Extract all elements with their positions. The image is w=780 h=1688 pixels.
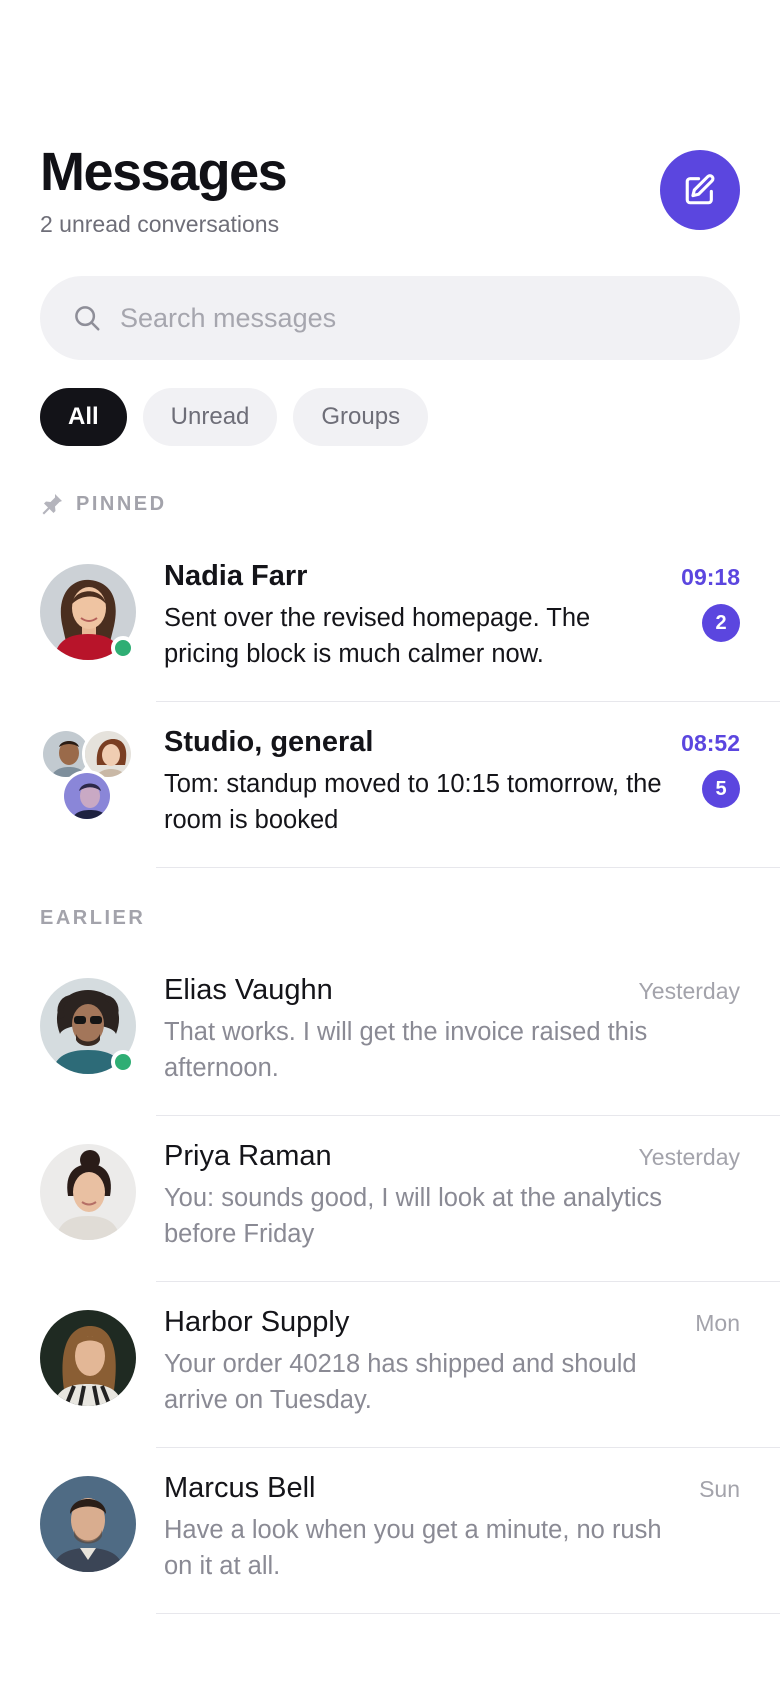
contact-name: Marcus Bell <box>164 1472 316 1504</box>
filter-all[interactable]: All <box>40 388 127 446</box>
message-preview: Have a look when you get a minute, no ru… <box>164 1516 662 1580</box>
pin-icon <box>40 492 64 516</box>
conversation-row-elias-vaughn[interactable]: Elias Vaughn Yesterday That works. I wil… <box>0 950 780 1116</box>
message-preview: Your order 40218 has shipped and should … <box>164 1350 637 1414</box>
conversation-row-studio-general[interactable]: Studio, general 08:52 Tom: standup moved… <box>0 702 780 868</box>
conversation-row-harbor-supply[interactable]: Harbor Supply Mon Your order 40218 has s… <box>0 1282 780 1448</box>
contact-name: Nadia Farr <box>164 560 308 592</box>
row-divider <box>156 1612 780 1614</box>
unread-summary: 2 unread conversations <box>40 211 280 237</box>
search-bar[interactable] <box>40 276 740 360</box>
filter-groups[interactable]: Groups <box>293 388 429 446</box>
conversation-row-priya-raman[interactable]: Priya Raman Yesterday You: sounds good, … <box>0 1116 780 1282</box>
search-icon <box>72 303 102 333</box>
row-divider <box>156 866 780 868</box>
search-input[interactable] <box>120 302 680 334</box>
compose-button[interactable] <box>660 150 740 230</box>
contact-name: Priya Raman <box>164 1140 332 1172</box>
filter-unread[interactable]: Unread <box>142 388 278 446</box>
page-title: Messages <box>40 142 288 202</box>
avatar <box>40 1310 136 1406</box>
message-time: Sun <box>699 1476 740 1502</box>
contact-name: Harbor Supply <box>164 1306 350 1338</box>
group-name: Studio, general <box>164 726 374 758</box>
unread-badge: 2 <box>702 604 740 642</box>
online-indicator <box>111 636 135 660</box>
avatar <box>40 1144 136 1240</box>
unread-badge: 5 <box>702 770 740 808</box>
pinned-section-label: PINNED <box>40 492 167 516</box>
compose-icon <box>685 174 715 205</box>
message-preview: You: sounds good, I will look at the ana… <box>164 1184 663 1248</box>
message-time: Mon <box>695 1310 740 1336</box>
avatar <box>40 1476 136 1572</box>
conversation-row-marcus-bell[interactable]: Marcus Bell Sun Have a look when you get… <box>0 1448 780 1614</box>
group-member-avatar <box>61 770 113 822</box>
message-time: Yesterday <box>638 978 740 1004</box>
conversation-row-nadia-farr[interactable]: Nadia Farr 09:18 Sent over the revised h… <box>0 536 780 702</box>
pinned-label-text: PINNED <box>76 493 167 515</box>
message-preview: Sent over the revised homepage. The pric… <box>164 604 591 668</box>
online-indicator <box>111 1050 135 1074</box>
message-time: Yesterday <box>638 1144 740 1170</box>
earlier-label-text: EARLIER <box>40 907 146 929</box>
contact-name: Elias Vaughn <box>164 974 333 1006</box>
message-time: 08:52 <box>681 730 740 756</box>
message-time: 09:18 <box>681 564 740 590</box>
message-preview: That works. I will get the invoice raise… <box>164 1018 648 1082</box>
earlier-section-label: EARLIER <box>40 906 145 930</box>
message-preview: Tom: standup moved to 10:15 tomorrow, th… <box>164 770 662 834</box>
filter-chips: All Unread Groups <box>40 388 429 446</box>
header: Messages 2 unread conversations <box>40 140 740 250</box>
